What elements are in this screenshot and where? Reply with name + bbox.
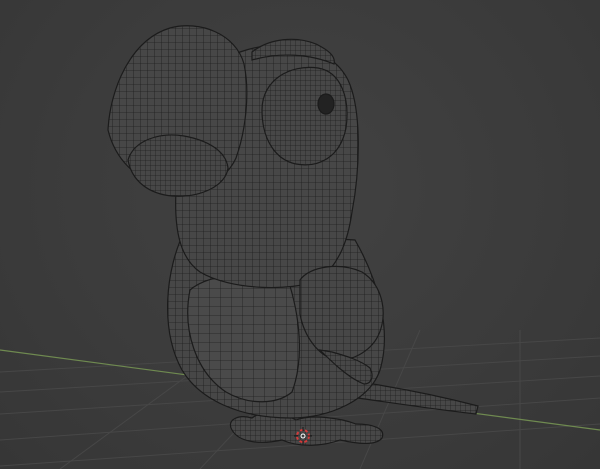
eye-pupil[interactable]: [317, 93, 335, 115]
tail-feathers[interactable]: [357, 381, 479, 415]
eye-socket[interactable]: [261, 66, 348, 166]
3d-viewport[interactable]: [0, 0, 600, 469]
viewport-canvas[interactable]: [0, 0, 600, 469]
